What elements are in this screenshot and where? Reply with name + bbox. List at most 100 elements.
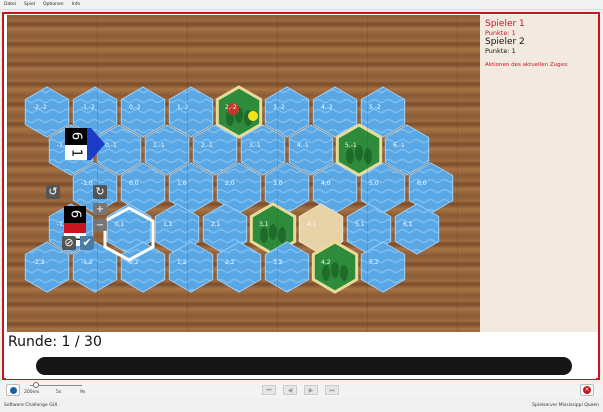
tree-icon bbox=[322, 265, 330, 281]
hex-tile[interactable]: -1,1 bbox=[48, 203, 94, 255]
hex-tile[interactable]: 0,-2 bbox=[120, 86, 166, 138]
last-button[interactable]: ⏭ bbox=[325, 385, 339, 395]
hex-tile[interactable]: 1,-1 bbox=[144, 124, 190, 176]
menu-optionen[interactable]: Optionen bbox=[43, 2, 64, 7]
game-frame: -2,-2 -1,-2 0,-2 1,-2 2,-2 3,-2 4,-2 5,-2 -1,-1 0… bbox=[2, 12, 600, 380]
hex-tile-label: 5,0 bbox=[369, 180, 379, 187]
player1-name: Spieler 1 bbox=[485, 19, 525, 29]
menu-datei[interactable]: Datei bbox=[4, 2, 16, 7]
hex-tile[interactable]: 1,0 bbox=[168, 162, 214, 214]
hex-tile[interactable]: 0,0 bbox=[120, 162, 166, 214]
hex-tile[interactable]: 4,0 bbox=[312, 162, 358, 214]
hex-tile-label: 6,0 bbox=[417, 180, 427, 187]
hex-tile-label: -1,2 bbox=[81, 259, 93, 266]
goal-marker-icon bbox=[248, 111, 258, 121]
ship-red-speed: 1 bbox=[68, 235, 83, 243]
hex-tile-label: 5,1 bbox=[355, 221, 365, 228]
speed-label: 200ms bbox=[24, 390, 40, 395]
hex-tile[interactable]: 1,-2 bbox=[168, 86, 214, 138]
tree-icon bbox=[244, 110, 252, 126]
ship-blue-coal: 6 bbox=[69, 132, 84, 140]
prev-icon: ◀ bbox=[287, 387, 293, 394]
round-bar: Runde: 1 / 30 bbox=[6, 332, 596, 379]
menu-bar: Datei Spiel Optionen Info bbox=[0, 0, 603, 10]
hex-tile[interactable]: 2,-2 bbox=[215, 85, 263, 139]
game-board: -2,-2 -1,-2 0,-2 1,-2 2,-2 3,-2 4,-2 5,-2 -1,-1 0… bbox=[7, 15, 480, 332]
hex-tile-label: 2,2 bbox=[225, 259, 235, 266]
speed-slider-handle[interactable] bbox=[33, 382, 39, 388]
hex-tile[interactable]: -1,2 bbox=[72, 241, 118, 293]
hex-tile-label: 3,-1 bbox=[249, 142, 261, 149]
hex-tile-label: -1,0 bbox=[81, 180, 93, 187]
hex-tile[interactable]: -1,-1 bbox=[48, 124, 94, 176]
hex-tile-label: 1,0 bbox=[177, 180, 187, 187]
info-icon bbox=[9, 386, 17, 394]
close-button[interactable]: × bbox=[580, 384, 594, 396]
hex-tile[interactable]: 6,1 bbox=[394, 203, 440, 255]
hex-tile[interactable]: 0,1 bbox=[106, 203, 152, 255]
hex-tile[interactable]: 3,-1 bbox=[240, 124, 286, 176]
tree-icon bbox=[346, 148, 354, 164]
speed-down-button[interactable]: − bbox=[93, 219, 107, 231]
speed-up-button[interactable]: + bbox=[93, 203, 107, 215]
hex-tile[interactable]: 4,2 bbox=[311, 240, 359, 294]
info-button[interactable] bbox=[6, 384, 20, 396]
hex-tile[interactable]: 3,1 bbox=[249, 202, 297, 256]
hex-tile[interactable]: 4,1 bbox=[298, 203, 344, 255]
first-icon: ⏮ bbox=[266, 387, 272, 394]
menu-info[interactable]: Info bbox=[72, 2, 81, 7]
hex-tile[interactable]: 5,-1 bbox=[335, 123, 383, 177]
plus-icon: + bbox=[96, 204, 104, 215]
hex-tile[interactable]: 6,-1 bbox=[384, 124, 430, 176]
hex-tile[interactable]: 3,0 bbox=[264, 162, 310, 214]
rotate-right-button[interactable]: ↻ bbox=[93, 185, 107, 199]
hex-tile[interactable]: 2,0 bbox=[216, 162, 262, 214]
hex-tile-label: 3,2 bbox=[273, 259, 283, 266]
hex-tile[interactable]: 2,2 bbox=[216, 241, 262, 293]
hex-tile-label: 2,1 bbox=[211, 221, 221, 228]
tree-icon bbox=[226, 110, 234, 126]
hex-tile[interactable]: 1,1 bbox=[154, 203, 200, 255]
hex-tile[interactable]: 4,-1 bbox=[288, 124, 334, 176]
hex-tile[interactable]: -2,2 bbox=[24, 241, 70, 293]
rotate-left-button[interactable]: ↺ bbox=[46, 185, 60, 199]
hex-tile[interactable]: 3,2 bbox=[264, 241, 310, 293]
hex-tile[interactable]: 0,-1 bbox=[96, 124, 142, 176]
hex-tile[interactable]: 5,1 bbox=[346, 203, 392, 255]
minus-icon: − bbox=[96, 220, 104, 231]
hex-tile[interactable]: 5,0 bbox=[360, 162, 406, 214]
hex-tile[interactable]: -1,0 bbox=[72, 162, 118, 214]
hex-tile[interactable]: -1,-2 bbox=[72, 86, 118, 138]
speed-tick-5s: 5s bbox=[56, 390, 62, 395]
hex-tile[interactable]: 6,0 bbox=[408, 162, 454, 214]
hex-tile-label: 2,-2 bbox=[225, 104, 237, 111]
ship-blue[interactable]: 6 1 bbox=[65, 128, 105, 160]
hex-tile[interactable]: 4,-2 bbox=[312, 86, 358, 138]
confirm-button[interactable]: ✔ bbox=[80, 236, 94, 250]
hex-tile[interactable]: 3,-2 bbox=[264, 86, 310, 138]
player2-name: Spieler 2 bbox=[485, 37, 525, 47]
hex-tile[interactable]: 0,2 bbox=[120, 241, 166, 293]
hex-tile[interactable]: 2,-1 bbox=[192, 124, 238, 176]
first-button[interactable]: ⏮ bbox=[262, 385, 276, 395]
speed-tick-9s: 9s bbox=[80, 390, 86, 395]
hex-tile[interactable]: 5,-2 bbox=[360, 86, 406, 138]
hex-tile-label: 3,0 bbox=[273, 180, 283, 187]
hex-tile-label: 2,-1 bbox=[201, 142, 213, 149]
rotate-left-icon: ↺ bbox=[48, 185, 57, 198]
cancel-button[interactable]: ⊘ bbox=[62, 236, 76, 250]
hex-tile-label: 5,2 bbox=[369, 259, 379, 266]
tree-icon bbox=[340, 265, 348, 281]
hex-tile-label: 1,2 bbox=[177, 259, 187, 266]
menu-spiel[interactable]: Spiel bbox=[24, 2, 35, 7]
ship-red-coal: 6 bbox=[68, 210, 83, 218]
hex-tile[interactable]: -2,-2 bbox=[24, 86, 70, 138]
selection-hex[interactable] bbox=[103, 206, 155, 262]
hex-tile[interactable]: 1,2 bbox=[168, 241, 214, 293]
prev-button[interactable]: ◀ bbox=[283, 385, 297, 395]
status-right: Spielserver Mississippi Queen bbox=[532, 403, 599, 408]
hex-tile[interactable]: 5,2 bbox=[360, 241, 406, 293]
ship-red[interactable]: 6 1 bbox=[64, 206, 86, 246]
next-button[interactable]: ▶ bbox=[304, 385, 318, 395]
hex-tile[interactable]: 2,1 bbox=[202, 203, 248, 255]
